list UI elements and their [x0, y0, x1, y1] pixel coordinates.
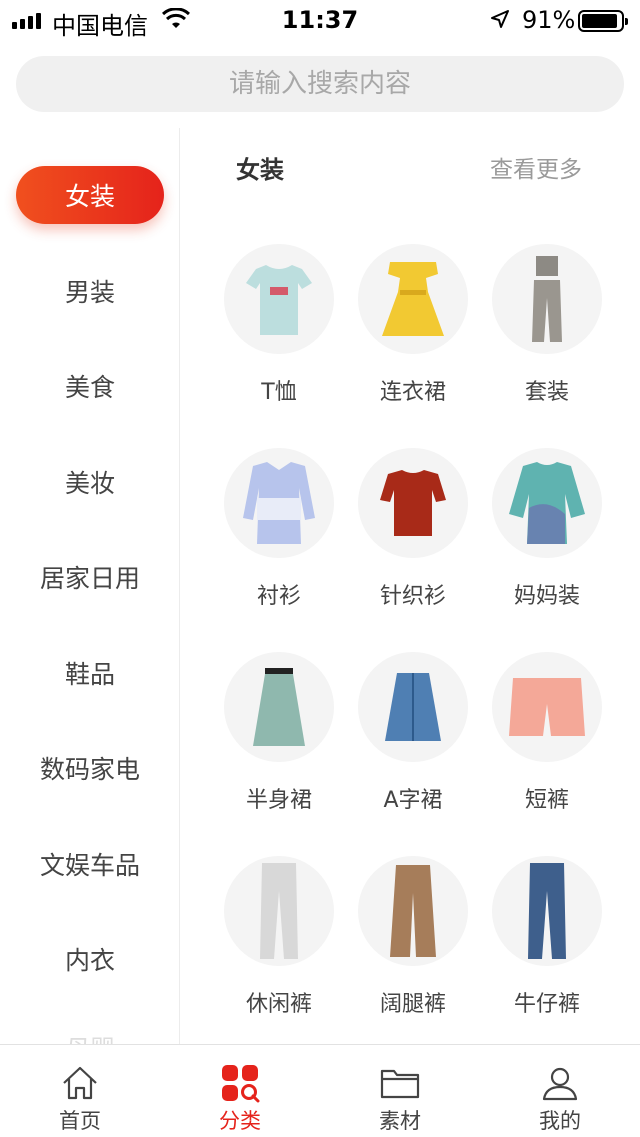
category-item-knit[interactable]: 针织衫 [346, 448, 480, 628]
category-item-jeans[interactable]: 牛仔裤 [480, 856, 614, 1036]
category-item-shirt[interactable]: 衬衫 [212, 448, 346, 628]
category-icon [222, 1065, 260, 1103]
sidebar-item-beauty[interactable]: 美妆 [0, 452, 179, 512]
sidebar-item-baby[interactable]: 母婴 [0, 1024, 179, 1044]
category-item-wide-leg-pants[interactable]: 阔腿裤 [346, 856, 480, 1036]
category-label: 套装 [524, 380, 569, 405]
skirt-icon [224, 652, 334, 762]
casual-pants-icon [224, 856, 334, 966]
set-outfit-icon [492, 244, 602, 354]
home-icon [63, 1066, 97, 1100]
tab-label: 分类 [219, 1109, 261, 1133]
wide-leg-pants-icon [358, 856, 468, 966]
sidebar-item-womens[interactable]: 女装 [16, 166, 164, 224]
category-item-casual-pants[interactable]: 休闲裤 [212, 856, 346, 1036]
category-label: A字裙 [383, 788, 443, 813]
category-label: 针织衫 [379, 584, 446, 609]
status-bar: 中国电信 11:37 91% [0, 0, 640, 40]
search-input[interactable] [16, 56, 624, 112]
category-item-set[interactable]: 套装 [480, 244, 614, 424]
category-item-shorts[interactable]: 短裤 [480, 652, 614, 832]
tab-label: 首页 [59, 1109, 101, 1133]
sidebar-item-underwear[interactable]: 内衣 [0, 929, 179, 989]
tshirt-icon [224, 244, 334, 354]
sidebar-item-mens[interactable]: 男装 [0, 261, 179, 321]
sidebar-item-home[interactable]: 居家日用 [0, 547, 179, 607]
tab-home[interactable]: 首页 [0, 1045, 160, 1137]
category-label: 牛仔裤 [513, 992, 580, 1017]
shirt-icon [224, 448, 334, 558]
category-item-mom-wear[interactable]: 妈妈装 [480, 448, 614, 628]
tab-mine[interactable]: 我的 [480, 1045, 640, 1137]
category-label: 妈妈装 [513, 584, 580, 609]
tab-label: 我的 [539, 1109, 581, 1133]
tab-materials[interactable]: 素材 [320, 1045, 480, 1137]
category-label: 短裤 [524, 788, 569, 813]
search-bar[interactable] [16, 56, 624, 112]
jeans-icon [492, 856, 602, 966]
tunic-icon [492, 448, 602, 558]
folder-icon [380, 1069, 420, 1099]
sidebar-item-entertainment[interactable]: 文娱车品 [0, 834, 179, 894]
battery-icon [578, 10, 628, 32]
category-item-a-line-skirt[interactable]: A字裙 [346, 652, 480, 832]
category-label: 衬衫 [256, 584, 301, 609]
tab-label: 素材 [379, 1109, 421, 1133]
category-label: 阔腿裤 [379, 992, 446, 1017]
tab-bar: 首页 分类 素材 我的 [0, 1044, 640, 1136]
dress-icon [358, 244, 468, 354]
category-item-tshirt[interactable]: T恤 [212, 244, 346, 424]
sidebar-item-shoes[interactable]: 鞋品 [0, 643, 179, 703]
a-line-skirt-icon [358, 652, 468, 762]
sidebar-item-electronics[interactable]: 数码家电 [0, 738, 179, 798]
category-item-dress[interactable]: 连衣裙 [346, 244, 480, 424]
category-item-skirt[interactable]: 半身裙 [212, 652, 346, 832]
category-label: 半身裙 [245, 788, 312, 813]
location-icon [491, 10, 509, 28]
section-title: 女装 [236, 156, 284, 184]
battery-percent: 91% [522, 6, 576, 34]
sidebar-item-food[interactable]: 美食 [0, 356, 179, 416]
category-label: T恤 [261, 380, 297, 405]
tab-category[interactable]: 分类 [160, 1045, 320, 1137]
view-more-link[interactable]: 查看更多 [490, 150, 582, 184]
user-icon [542, 1067, 578, 1101]
shorts-icon [492, 652, 602, 762]
category-sidebar: 女装 男装 美食 美妆 居家日用 鞋品 数码家电 文娱车品 内衣 母婴 [0, 128, 180, 1044]
knit-top-icon [358, 448, 468, 558]
category-label: 休闲裤 [245, 992, 312, 1017]
category-label: 连衣裙 [379, 380, 446, 405]
